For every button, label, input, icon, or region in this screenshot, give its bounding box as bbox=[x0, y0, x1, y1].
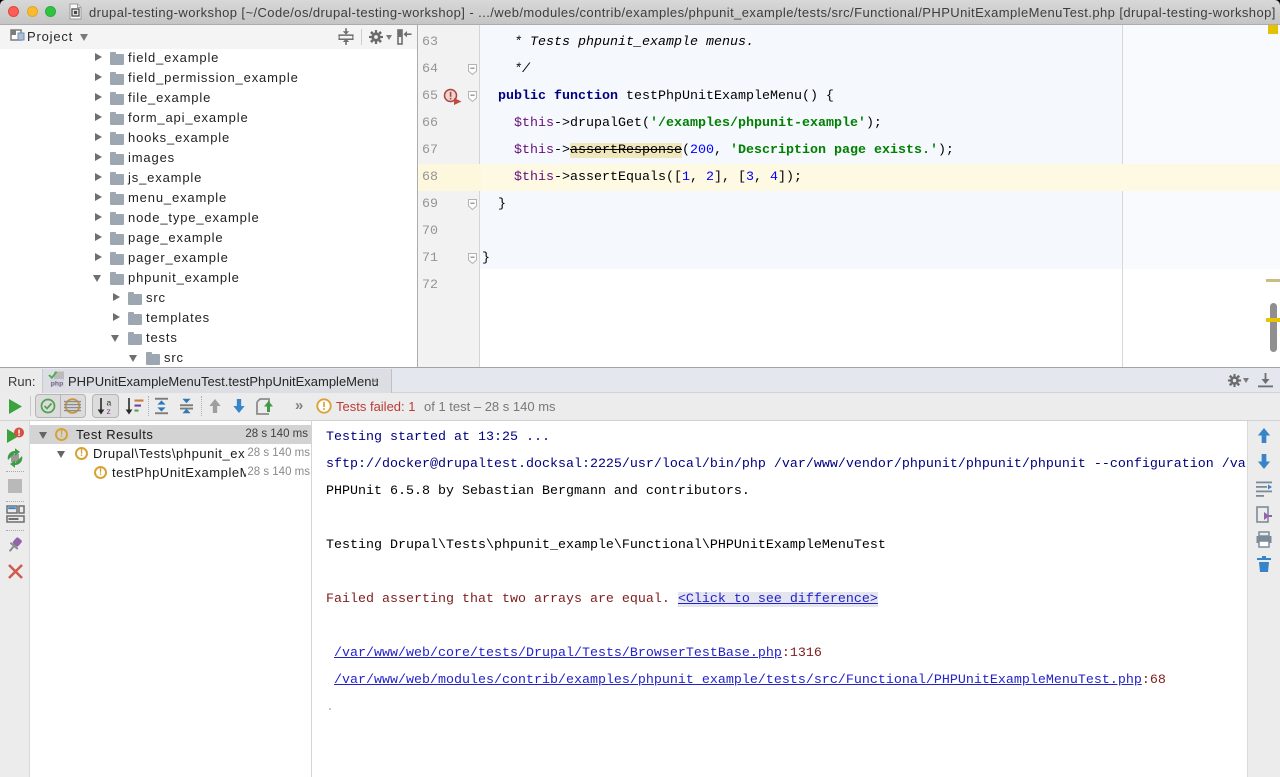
svg-text:z: z bbox=[107, 406, 111, 415]
svg-text:php: php bbox=[51, 380, 63, 387]
